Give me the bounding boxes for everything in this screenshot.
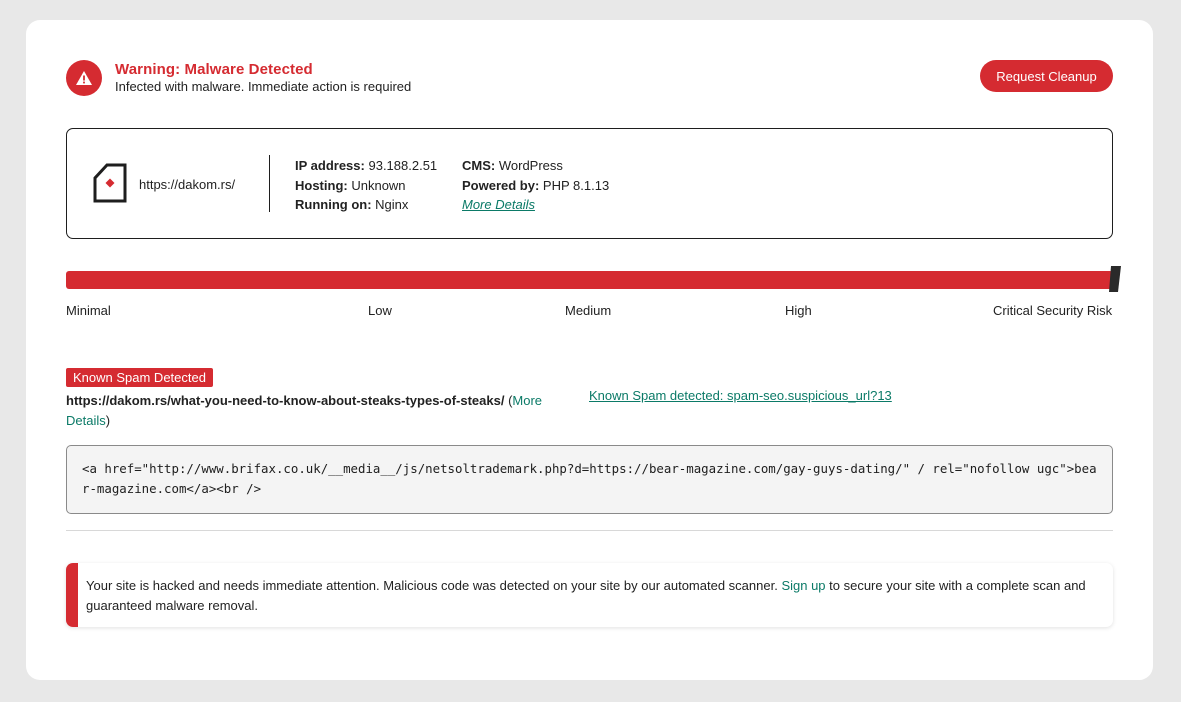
- more-details-link[interactable]: More Details: [462, 197, 535, 212]
- site-info-box: https://dakom.rs/ IP address: 93.188.2.5…: [66, 128, 1113, 239]
- spam-url-line: https://dakom.rs/what-you-need-to-know-a…: [66, 391, 581, 430]
- hacked-notice: Your site is hacked and needs immediate …: [66, 563, 1113, 627]
- cms-label: CMS:: [462, 158, 496, 173]
- risk-label-critical: Critical Security Risk: [993, 303, 1113, 318]
- ip-label: IP address:: [295, 158, 365, 173]
- notice-stripe: [66, 563, 78, 627]
- risk-pointer-icon: [1109, 266, 1121, 292]
- powered-value: PHP 8.1.13: [542, 177, 610, 193]
- close-paren: ): [105, 412, 111, 428]
- malicious-code-snippet: <a href="http://www.brifax.co.uk/__media…: [66, 445, 1113, 514]
- cms-value: WordPress: [498, 158, 563, 173]
- ip-value: 93.188.2.51: [368, 158, 438, 173]
- risk-label-medium: Medium: [565, 303, 612, 318]
- risk-meter-fill: [66, 271, 1113, 289]
- powered-label: Powered by:: [462, 177, 540, 193]
- notice-text-before: Your site is hacked and needs immediate …: [86, 578, 782, 593]
- risk-meter-bar: [66, 271, 1113, 289]
- platform-info: CMS: WordPress Powered by: PHP 8.1.13 Mo…: [462, 156, 609, 215]
- signup-link[interactable]: Sign up: [781, 578, 825, 593]
- spam-signature-link[interactable]: Known Spam detected: spam-seo.suspicious…: [589, 388, 892, 403]
- warning-subtitle: Infected with malware. Immediate action …: [115, 79, 412, 94]
- hosting-label: Hosting:: [295, 177, 348, 193]
- spam-badge: Known Spam Detected: [66, 368, 213, 387]
- section-divider: [66, 530, 1113, 531]
- risk-label-low: Low: [368, 303, 392, 318]
- spam-url: https://dakom.rs/what-you-need-to-know-a…: [66, 393, 505, 408]
- server-info: IP address: 93.188.2.51 Hosting: Unknown…: [295, 156, 437, 215]
- site-document-icon: [92, 162, 128, 204]
- risk-label-high: High: [785, 303, 812, 318]
- running-label: Running on:: [295, 197, 372, 212]
- site-url: https://dakom.rs/: [139, 177, 236, 192]
- hosting-value: Unknown: [351, 177, 406, 193]
- risk-label-minimal: Minimal: [66, 303, 111, 318]
- request-cleanup-button[interactable]: Request Cleanup: [980, 60, 1113, 92]
- warning-title: Warning: Malware Detected: [115, 61, 313, 78]
- warning-triangle-icon: [66, 60, 102, 96]
- notice-text: Your site is hacked and needs immediate …: [86, 576, 1101, 615]
- scan-result-card: Warning: Malware Detected Infected with …: [26, 20, 1153, 680]
- divider: [269, 155, 270, 212]
- running-value: Nginx: [375, 197, 409, 212]
